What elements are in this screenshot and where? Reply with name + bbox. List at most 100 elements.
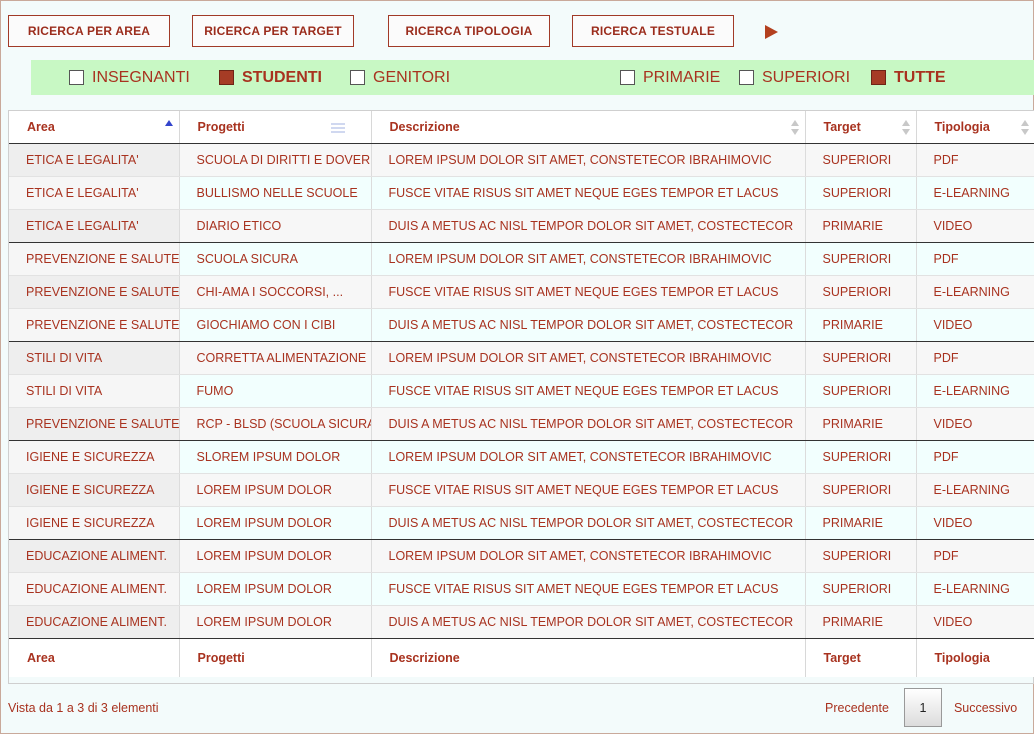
checkbox-checked-icon[interactable] <box>871 70 886 85</box>
project-cell[interactable]: CHI-AMA I SOCCORSI, ... <box>179 275 372 309</box>
table-row[interactable]: IGIENE E SICUREZZA LOREM IPSUM DOLOR FUSCE… <box>9 473 1034 507</box>
table-row[interactable]: ETICA E LEGALITA' BULLISMO NELLE SCUOLE FU… <box>9 176 1034 210</box>
target-cell: SUPERIORI <box>805 143 917 177</box>
filter-label: GENITORI <box>373 68 451 86</box>
filter-label: PRIMARIE <box>643 68 721 86</box>
table-body: ETICA E LEGALITA' SCUOLA DI DIRITTI E DOV… <box>9 143 1034 639</box>
table-row[interactable]: PREVENZIONE E SALUTE GIOCHIAMO CON I CIBI… <box>9 308 1034 342</box>
sort-ascending-icon[interactable] <box>164 120 173 136</box>
checkbox-icon[interactable] <box>69 70 84 85</box>
column-header-descrizione[interactable]: Descrizione <box>371 111 806 144</box>
column-header-target[interactable]: Target <box>805 111 917 144</box>
footer-descrizione: Descrizione <box>371 637 806 677</box>
table-footer-row: Area Progetti Descrizione Target Tipolog… <box>9 637 1034 677</box>
project-cell[interactable]: LOREM IPSUM DOLOR <box>179 605 372 639</box>
list-icon <box>330 123 345 133</box>
table-row[interactable]: STILI DI VITA CORRETTA ALIMENTAZIONE LOREM… <box>9 341 1034 375</box>
target-cell: PRIMARIE <box>805 308 917 342</box>
project-cell[interactable]: CORRETTA ALIMENTAZIONE <box>179 341 372 375</box>
next-page-button[interactable]: Successivo <box>954 701 1017 715</box>
type-cell: PDF <box>916 242 1034 276</box>
description-cell: DUIS A METUS AC NISL TEMPOR DOLOR SIT AM… <box>371 308 806 342</box>
table-row[interactable]: ETICA E LEGALITA' DIARIO ETICO DUIS A METU… <box>9 209 1034 243</box>
project-cell[interactable]: LOREM IPSUM DOLOR <box>179 572 372 606</box>
target-cell: PRIMARIE <box>805 605 917 639</box>
filter-label: INSEGNANTI <box>92 68 190 86</box>
column-header-progetti[interactable]: Progetti <box>179 111 372 144</box>
area-cell: EDUCAZIONE ALIMENT. <box>9 539 180 573</box>
table-row[interactable]: PREVENZIONE E SALUTE CHI-AMA I SOCCORSI, … <box>9 275 1034 309</box>
filter-label: SUPERIORI <box>762 68 851 86</box>
previous-page-button[interactable]: Precedente <box>825 701 889 715</box>
table-row[interactable]: STILI DI VITA FUMO FUSCE VITAE RISUS SIT A… <box>9 374 1034 408</box>
project-cell[interactable]: DIARIO ETICO <box>179 209 372 243</box>
filter-primarie[interactable]: PRIMARIE <box>620 60 720 95</box>
target-cell: SUPERIORI <box>805 176 917 210</box>
filter-superiori[interactable]: SUPERIORI <box>739 60 850 95</box>
project-cell[interactable]: LOREM IPSUM DOLOR <box>179 473 372 507</box>
type-cell: PDF <box>916 539 1034 573</box>
footer-target: Target <box>805 637 917 677</box>
checkbox-icon[interactable] <box>620 70 635 85</box>
filter-bar: INSEGNANTI STUDENTI GENITORI PRIMARIE SU… <box>31 60 1034 95</box>
area-cell: EDUCAZIONE ALIMENT. <box>9 572 180 606</box>
project-cell[interactable]: LOREM IPSUM DOLOR <box>179 506 372 540</box>
project-cell[interactable]: SCUOLA SICURA <box>179 242 372 276</box>
table-row[interactable]: IGIENE E SICUREZZA LOREM IPSUM DOLOR DUIS … <box>9 506 1034 540</box>
project-cell[interactable]: GIOCHIAMO CON I CIBI <box>179 308 372 342</box>
type-cell: E-LEARNING <box>916 473 1034 507</box>
type-cell: E-LEARNING <box>916 275 1034 309</box>
table-row[interactable]: EDUCAZIONE ALIMENT. LOREM IPSUM DOLOR LORE… <box>9 539 1034 573</box>
project-cell[interactable]: RCP - BLSD (SCUOLA SICURA) <box>179 407 372 441</box>
search-by-type-button[interactable]: RICERCA TIPOLOGIA <box>388 15 550 47</box>
area-cell: PREVENZIONE E SALUTE <box>9 275 180 309</box>
type-cell: PDF <box>916 143 1034 177</box>
target-cell: SUPERIORI <box>805 539 917 573</box>
area-cell: STILI DI VITA <box>9 341 180 375</box>
project-cell[interactable]: SLOREM IPSUM DOLOR <box>179 440 372 474</box>
search-text-button[interactable]: RICERCA TESTUALE <box>572 15 734 47</box>
project-cell[interactable]: SCUOLA DI DIRITTI E DOVERI <box>179 143 372 177</box>
table-row[interactable]: EDUCAZIONE ALIMENT. LOREM IPSUM DOLOR DUIS… <box>9 605 1034 639</box>
type-cell: VIDEO <box>916 209 1034 243</box>
filter-insegnanti[interactable]: INSEGNANTI <box>69 60 190 95</box>
area-cell: ETICA E LEGALITA' <box>9 209 180 243</box>
target-cell: PRIMARIE <box>805 209 917 243</box>
sort-icon[interactable] <box>790 120 799 136</box>
column-label: Progetti <box>197 119 245 134</box>
column-label: Target <box>823 119 861 134</box>
description-cell: LOREM IPSUM DOLOR SIT AMET, CONSTETECOR … <box>371 242 806 276</box>
checkbox-icon[interactable] <box>350 70 365 85</box>
sort-icon[interactable] <box>901 120 910 136</box>
type-cell: VIDEO <box>916 407 1034 441</box>
filter-label: TUTTE <box>894 68 946 86</box>
project-cell[interactable]: BULLISMO NELLE SCUOLE <box>179 176 372 210</box>
footer-tipologia: Tipologia <box>916 637 1034 677</box>
table-row[interactable]: PREVENZIONE E SALUTE RCP - BLSD (SCUOLA S… <box>9 407 1034 441</box>
project-cell[interactable]: LOREM IPSUM DOLOR <box>179 539 372 573</box>
checkbox-checked-icon[interactable] <box>219 70 234 85</box>
play-icon[interactable] <box>765 25 778 39</box>
description-cell: LOREM IPSUM DOLOR SIT AMET, CONSTETECOR … <box>371 539 806 573</box>
sort-icon[interactable] <box>1021 120 1029 136</box>
area-cell: ETICA E LEGALITA' <box>9 176 180 210</box>
filter-genitori[interactable]: GENITORI <box>350 60 450 95</box>
table-info: Vista da 1 a 3 di 3 elementi <box>8 701 159 715</box>
target-cell: SUPERIORI <box>805 473 917 507</box>
table-row[interactable]: PREVENZIONE E SALUTE SCUOLA SICURA LOREM I… <box>9 242 1034 276</box>
description-cell: DUIS A METUS AC NISL TEMPOR DOLOR SIT AM… <box>371 407 806 441</box>
table-row[interactable]: ETICA E LEGALITA' SCUOLA DI DIRITTI E DOV… <box>9 143 1034 177</box>
filter-studenti[interactable]: STUDENTI <box>219 60 322 95</box>
page-1-button[interactable]: 1 <box>903 688 942 727</box>
column-label: Descrizione <box>389 119 460 134</box>
table-row[interactable]: EDUCAZIONE ALIMENT. LOREM IPSUM DOLOR FUSC… <box>9 572 1034 606</box>
search-by-target-button[interactable]: RICERCA PER TARGET <box>192 15 354 47</box>
description-cell: FUSCE VITAE RISUS SIT AMET NEQUE EGES TE… <box>371 572 806 606</box>
column-header-area[interactable]: Area <box>9 111 180 144</box>
project-cell[interactable]: FUMO <box>179 374 372 408</box>
table-row[interactable]: IGIENE E SICUREZZA SLOREM IPSUM DOLOR LORE… <box>9 440 1034 474</box>
checkbox-icon[interactable] <box>739 70 754 85</box>
filter-tutte[interactable]: TUTTE <box>871 60 946 95</box>
column-header-tipologia[interactable]: Tipologia <box>916 111 1034 144</box>
search-by-area-button[interactable]: RICERCA PER AREA <box>8 15 170 47</box>
